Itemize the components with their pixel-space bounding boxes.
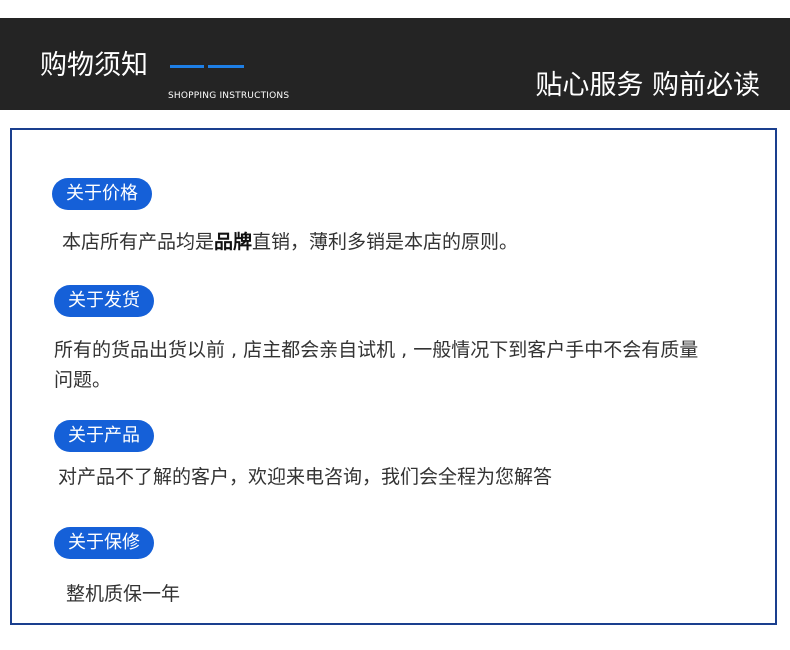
accent-line bbox=[170, 65, 204, 68]
section-text-product: 对产品不了解的客户，欢迎来电咨询，我们会全程为您解答 bbox=[58, 466, 553, 488]
badge-warranty: 关于保修 bbox=[54, 527, 154, 559]
badge-shipping: 关于发货 bbox=[54, 285, 154, 317]
badge-price: 关于价格 bbox=[52, 178, 152, 210]
text-segment: 本店所有产品均是 bbox=[62, 231, 215, 253]
section-text-shipping: 所有的货品出货以前 , 店主都会亲自试机 , 一般情况下到客户手中不会有质量问题… bbox=[54, 339, 699, 391]
section-text-price: 本店所有产品均是品牌直销，薄利多销是本店的原则。 bbox=[62, 227, 752, 257]
instructions-panel: 关于价格 本店所有产品均是品牌直销，薄利多销是本店的原则。 关于发货 所有的货品… bbox=[10, 128, 777, 625]
text-bold-segment: 品牌 bbox=[214, 231, 253, 253]
title-accent-lines bbox=[170, 65, 244, 68]
page-title: 购物须知 bbox=[40, 50, 148, 81]
page-subtitle: SHOPPING INSTRUCTIONS bbox=[168, 91, 290, 101]
header-slogan: 贴心服务 购前必读 bbox=[535, 70, 760, 101]
text-segment: 直销，薄利多销是本店的原则。 bbox=[252, 231, 519, 253]
badge-product: 关于产品 bbox=[54, 420, 154, 452]
accent-line bbox=[208, 65, 244, 68]
header-bar: 购物须知 SHOPPING INSTRUCTIONS 贴心服务 购前必读 bbox=[0, 18, 790, 110]
section-text-warranty: 整机质保一年 bbox=[66, 583, 181, 605]
